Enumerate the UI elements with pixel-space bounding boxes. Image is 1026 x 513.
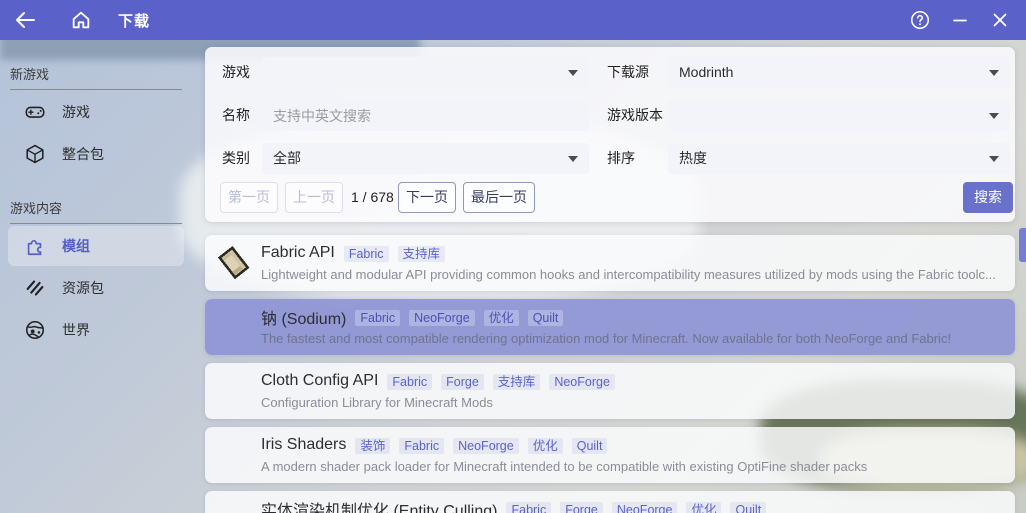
game-version-select[interactable] bbox=[668, 100, 1010, 131]
mod-tag: NeoForge bbox=[409, 310, 475, 326]
sidebar-item-label: 世界 bbox=[62, 320, 90, 340]
mod-tag: Fabric bbox=[387, 374, 432, 390]
mod-tag: Forge bbox=[560, 502, 603, 513]
filter-label-game: 游戏 bbox=[222, 57, 250, 87]
mod-name: Iris Shaders bbox=[261, 436, 346, 454]
home-icon bbox=[70, 9, 92, 31]
help-button[interactable] bbox=[900, 3, 940, 37]
mod-description: The fastest and most compatible renderin… bbox=[261, 331, 1001, 346]
mod-list-item[interactable]: Cloth Config API FabricForge支持库NeoForge … bbox=[205, 363, 1015, 419]
mod-list: Fabric API Fabric 支持库 Lightweight and mod… bbox=[205, 235, 1015, 513]
page-title: 下载 bbox=[118, 10, 150, 31]
scrollbar-thumb[interactable] bbox=[1019, 228, 1026, 262]
back-arrow-icon bbox=[14, 11, 36, 29]
filter-label-game-version: 游戏版本 bbox=[607, 100, 663, 130]
minimize-icon bbox=[951, 11, 969, 29]
sidebar-item-label: 游戏 bbox=[62, 102, 90, 122]
mod-tag: 优化 bbox=[484, 310, 519, 326]
page-indicator: 1 / 678 bbox=[351, 182, 394, 213]
chevron-down-icon bbox=[568, 70, 578, 76]
mod-tag: 优化 bbox=[528, 438, 563, 454]
globe-icon bbox=[24, 319, 46, 341]
sort-select[interactable]: 热度 bbox=[668, 143, 1010, 174]
mod-description: A modern shader pack loader for Minecraf… bbox=[261, 459, 1001, 474]
sidebar: 新游戏 游戏 整合包 游戏内容 模组 资源包 bbox=[0, 40, 192, 513]
mod-tags: 装饰 Fabric NeoForge 优化 Quilt bbox=[346, 435, 607, 455]
mod-tag: Quilt bbox=[528, 310, 564, 326]
mod-tag: 装饰 bbox=[355, 438, 390, 454]
back-button[interactable] bbox=[8, 3, 42, 37]
mod-tags: Fabric Forge 支持库 NeoForge bbox=[378, 371, 615, 391]
close-icon bbox=[991, 11, 1009, 29]
name-search-field bbox=[262, 100, 589, 131]
chevron-down-icon bbox=[989, 156, 999, 162]
last-page-button[interactable]: 最后一页 bbox=[463, 182, 535, 213]
mod-tag: 支持库 bbox=[398, 246, 446, 262]
mod-list-item[interactable]: 实体渲染机制优化 (Entity Culling) Fabric Forge Neo… bbox=[205, 491, 1015, 513]
mod-name: Cloth Config API bbox=[261, 372, 378, 390]
mod-tags: Fabric 支持库 bbox=[335, 243, 445, 263]
mod-name: Fabric API bbox=[261, 244, 335, 262]
search-button[interactable]: 搜索 bbox=[963, 182, 1013, 213]
mod-tag: 优化 bbox=[686, 502, 721, 513]
titlebar: 下载 bbox=[0, 0, 1026, 40]
sidebar-item-label: 整合包 bbox=[62, 144, 104, 164]
puzzle-icon bbox=[24, 235, 46, 257]
mod-list-item[interactable]: 钠 (Sodium) Fabric NeoForge 优化 Quilt The fas… bbox=[205, 299, 1015, 355]
prev-page-button[interactable]: 上一页 bbox=[285, 182, 343, 213]
minimize-button[interactable] bbox=[940, 3, 980, 37]
mod-tags: Fabric Forge NeoForge 优化 Quilt bbox=[497, 499, 766, 513]
name-search-input[interactable] bbox=[273, 100, 578, 131]
app-window: 下载 新游戏 bbox=[0, 0, 1026, 513]
filter-label-category: 类别 bbox=[222, 143, 250, 173]
filter-label-name: 名称 bbox=[222, 100, 250, 130]
sidebar-item-mods[interactable]: 模组 bbox=[8, 226, 184, 266]
mod-tag: NeoForge bbox=[612, 502, 678, 513]
mod-tag: NeoForge bbox=[549, 374, 615, 390]
mod-tags: Fabric NeoForge 优化 Quilt bbox=[346, 307, 563, 327]
mod-tag: Fabric bbox=[399, 438, 444, 454]
game-select[interactable] bbox=[262, 57, 589, 88]
chevron-down-icon bbox=[989, 70, 999, 76]
mod-icon bbox=[215, 244, 253, 282]
filter-panel: 游戏 名称 类别 全部 下载源 Modrinth 游戏版本 排序 热度 第一页 … bbox=[205, 47, 1015, 222]
mod-description: Configuration Library for Minecraft Mods bbox=[261, 395, 1001, 410]
mod-tag: Forge bbox=[441, 374, 484, 390]
package-icon bbox=[24, 143, 46, 165]
home-button[interactable] bbox=[64, 3, 98, 37]
mod-tag: Fabric bbox=[355, 310, 400, 326]
mod-tag: Quilt bbox=[572, 438, 608, 454]
mod-list-item[interactable]: Fabric API Fabric 支持库 Lightweight and mod… bbox=[205, 235, 1015, 291]
sidebar-item-label: 资源包 bbox=[62, 278, 104, 298]
first-page-button[interactable]: 第一页 bbox=[220, 182, 278, 213]
sidebar-item-game[interactable]: 游戏 bbox=[8, 92, 184, 132]
next-page-button[interactable]: 下一页 bbox=[398, 182, 456, 213]
mod-tag: Quilt bbox=[730, 502, 766, 513]
close-button[interactable] bbox=[980, 3, 1020, 37]
mod-tag: NeoForge bbox=[453, 438, 519, 454]
filter-label-sort: 排序 bbox=[607, 143, 635, 173]
download-source-select[interactable]: Modrinth bbox=[668, 57, 1010, 88]
sidebar-section-new-game: 新游戏 bbox=[10, 64, 182, 90]
gamepad-icon bbox=[24, 101, 46, 123]
mod-tag: Fabric bbox=[506, 502, 551, 513]
mod-name: 钠 (Sodium) bbox=[261, 305, 346, 329]
sidebar-item-label: 模组 bbox=[62, 236, 90, 256]
sidebar-item-modpack[interactable]: 整合包 bbox=[8, 134, 184, 174]
sidebar-section-game-content: 游戏内容 bbox=[10, 198, 182, 224]
mod-tag: Fabric bbox=[344, 246, 389, 262]
mod-description: Lightweight and modular API providing co… bbox=[261, 267, 1001, 282]
mod-list-item[interactable]: Iris Shaders 装饰 Fabric NeoForge 优化 Quilt A m… bbox=[205, 427, 1015, 483]
mod-name: 实体渲染机制优化 (Entity Culling) bbox=[261, 497, 497, 513]
filter-label-source: 下载源 bbox=[607, 57, 649, 87]
chevron-down-icon bbox=[989, 113, 999, 119]
resourcepack-icon bbox=[24, 277, 46, 299]
chevron-down-icon bbox=[568, 156, 578, 162]
category-select[interactable]: 全部 bbox=[262, 143, 589, 174]
mod-tag: 支持库 bbox=[493, 374, 541, 390]
sidebar-item-worlds[interactable]: 世界 bbox=[8, 310, 184, 350]
help-icon bbox=[909, 9, 931, 31]
sidebar-item-resourcepacks[interactable]: 资源包 bbox=[8, 268, 184, 308]
